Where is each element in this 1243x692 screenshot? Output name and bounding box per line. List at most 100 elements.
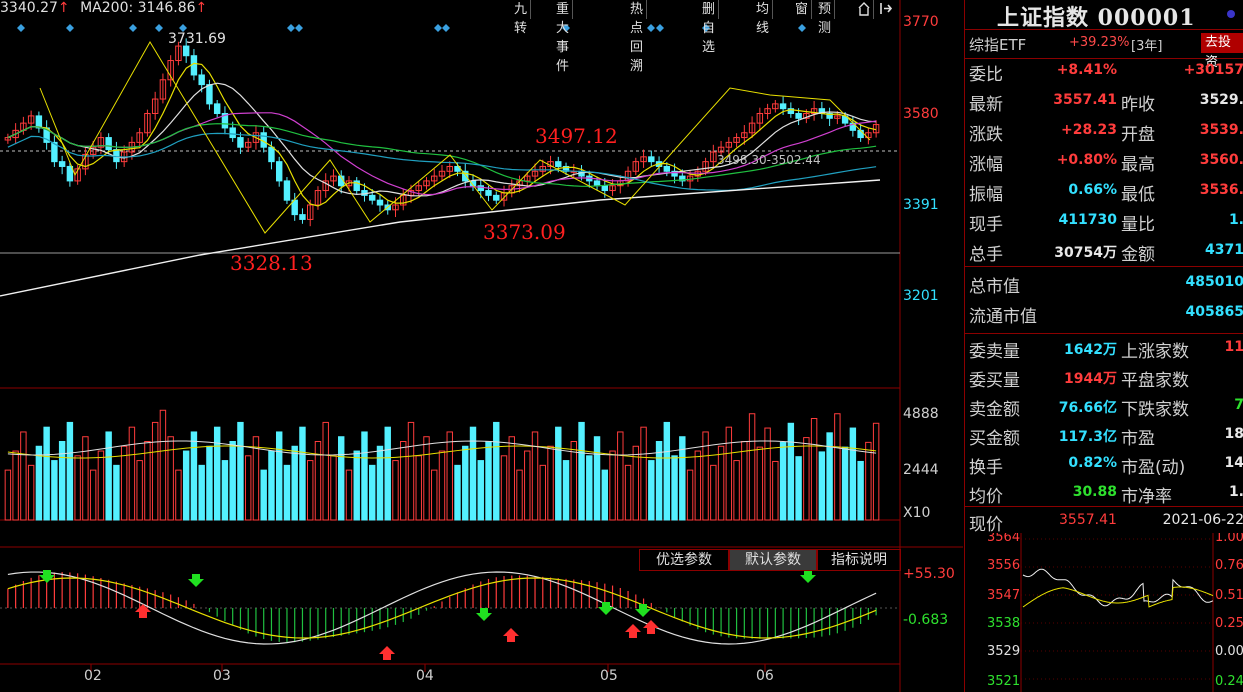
volume-bar [252, 436, 260, 521]
candle-body [190, 55, 198, 76]
volume-bar [640, 426, 647, 521]
volume-bar [151, 421, 159, 521]
candle-body [198, 74, 205, 86]
up-arrow-icon [135, 604, 151, 618]
volume-bar [841, 446, 849, 521]
quote-value-2: 14 [1224, 455, 1243, 471]
default-params-button[interactable]: 默认参数 [729, 549, 817, 571]
quote-label-2: 开盘 [1121, 125, 1155, 145]
quote-value-2: 3560. [1199, 152, 1243, 168]
quote-value: 117.3亿 [1058, 429, 1117, 445]
volume-bar [671, 455, 678, 521]
mini-left-tick: 3564 [987, 533, 1020, 545]
candle-body [213, 103, 221, 114]
candle-body [237, 137, 244, 148]
volume-bar [213, 426, 221, 521]
quote-row: 振幅 0.66% 最低 3536. [965, 179, 1243, 205]
quote-value-2: 405865 [1185, 304, 1243, 320]
toolbar-jiuzhuan[interactable]: 九转 [511, 0, 532, 36]
volume-bar [260, 469, 267, 521]
etf-row: 综指ETF +39.23% [3年] 去投资 [965, 29, 1243, 70]
volume-bar [454, 464, 461, 521]
quote-date: 2021-06-22 [1162, 512, 1243, 528]
candle-body [275, 161, 283, 182]
mini-left-tick: 3529 [987, 644, 1020, 659]
volume-bar [578, 421, 585, 521]
month-label-06: 06 [756, 668, 774, 684]
annotation-3373: 3373.09 [483, 220, 566, 244]
etf-value: +39.23% [1069, 35, 1130, 50]
volume-bar [244, 455, 252, 521]
etf-name: 综指ETF [969, 36, 1027, 54]
home-icon[interactable] [855, 0, 874, 19]
volume-bar [648, 460, 655, 521]
up-arrow-icon [503, 628, 519, 642]
volume-bar [485, 440, 492, 521]
quote-value: +8.41% [1056, 62, 1117, 78]
ma200-line [0, 179, 881, 297]
candle-body [229, 127, 236, 139]
volume-bar [268, 450, 275, 521]
indicator-tick-1: +55.30 [903, 566, 955, 582]
down-arrow-icon [476, 608, 492, 621]
volume-bar [617, 431, 624, 521]
kline-chart-svg[interactable] [0, 0, 963, 692]
volume-bar [849, 427, 857, 521]
optimal-params-button[interactable]: 优选参数 [639, 549, 729, 571]
volume-bar [12, 450, 19, 521]
month-label-04: 04 [416, 668, 434, 684]
toolbar-remove-watchlist[interactable]: 删自选 [699, 0, 720, 55]
volume-bar [376, 445, 384, 521]
toolbar-forecast[interactable]: 预测 [815, 0, 836, 36]
quote-label-2: 最低 [1121, 185, 1155, 205]
mini-right-tick: 0.51 [1215, 588, 1243, 603]
quote-value-2: 7 [1234, 397, 1243, 413]
exit-icon[interactable] [877, 0, 895, 19]
volume-bar [586, 455, 593, 521]
toolbar-window[interactable]: 窗 [792, 0, 813, 19]
toolbar-major-events[interactable]: 重大事件 [553, 0, 574, 74]
annotation-3328: 3328.13 [230, 251, 313, 275]
volume-bar [89, 469, 97, 521]
volume-bar [787, 422, 795, 521]
volume-bar [818, 451, 826, 521]
up-arrow-icon [625, 624, 641, 638]
volume-bar [136, 460, 143, 521]
toolbar-ma[interactable]: 均线 [753, 0, 774, 36]
circle-icon[interactable] [1227, 10, 1235, 18]
volume-bar [872, 422, 880, 521]
quote-row: 流通市值 405865 [965, 301, 1243, 327]
quote-value-2: 3539. [1199, 122, 1243, 138]
volume-bar [190, 431, 198, 521]
volume-bar [322, 421, 329, 521]
quote-value: 411730 [1058, 212, 1117, 228]
invest-button[interactable]: 去投资 [1201, 33, 1243, 70]
volume-bar [275, 431, 283, 521]
volume-bar [547, 445, 554, 521]
volume-bar [97, 450, 105, 521]
quote-value: 1642万 [1064, 342, 1117, 358]
volume-bar [741, 440, 748, 521]
quote-label-2: 平盘家数 [1121, 371, 1189, 391]
quote-row: 涨幅 +0.80% 最高 3560. [965, 149, 1243, 175]
indicator-help-button[interactable]: 指标说明 [817, 549, 901, 571]
volume-bar [423, 436, 430, 521]
mini-right-tick: 0.25 [1215, 616, 1243, 631]
quote-label: 换手 [969, 458, 1003, 478]
volume-bar [764, 427, 771, 521]
kline-chart-area[interactable] [0, 0, 963, 692]
volume-bar [562, 460, 570, 521]
intraday-mini-chart[interactable]: 3564 3556 3547 3538 3529 3521 1.00 0.76 0.51 0.25… [965, 533, 1243, 692]
volume-bar [516, 469, 523, 521]
annotation-high: 3731.69 [168, 31, 226, 47]
candle-body [299, 214, 306, 220]
volume-bar [74, 455, 81, 521]
quote-value: 30.88 [1072, 484, 1117, 500]
volume-bar [182, 450, 190, 521]
volume-bar [198, 464, 205, 521]
volume-tick-2: 2444 [903, 462, 939, 478]
volume-bar [415, 455, 422, 521]
quote-row: 买金额 117.3亿 市盈 18 [965, 423, 1243, 449]
toolbar-hot-review[interactable]: 热点回溯 [627, 0, 648, 74]
volume-bar [609, 450, 616, 521]
